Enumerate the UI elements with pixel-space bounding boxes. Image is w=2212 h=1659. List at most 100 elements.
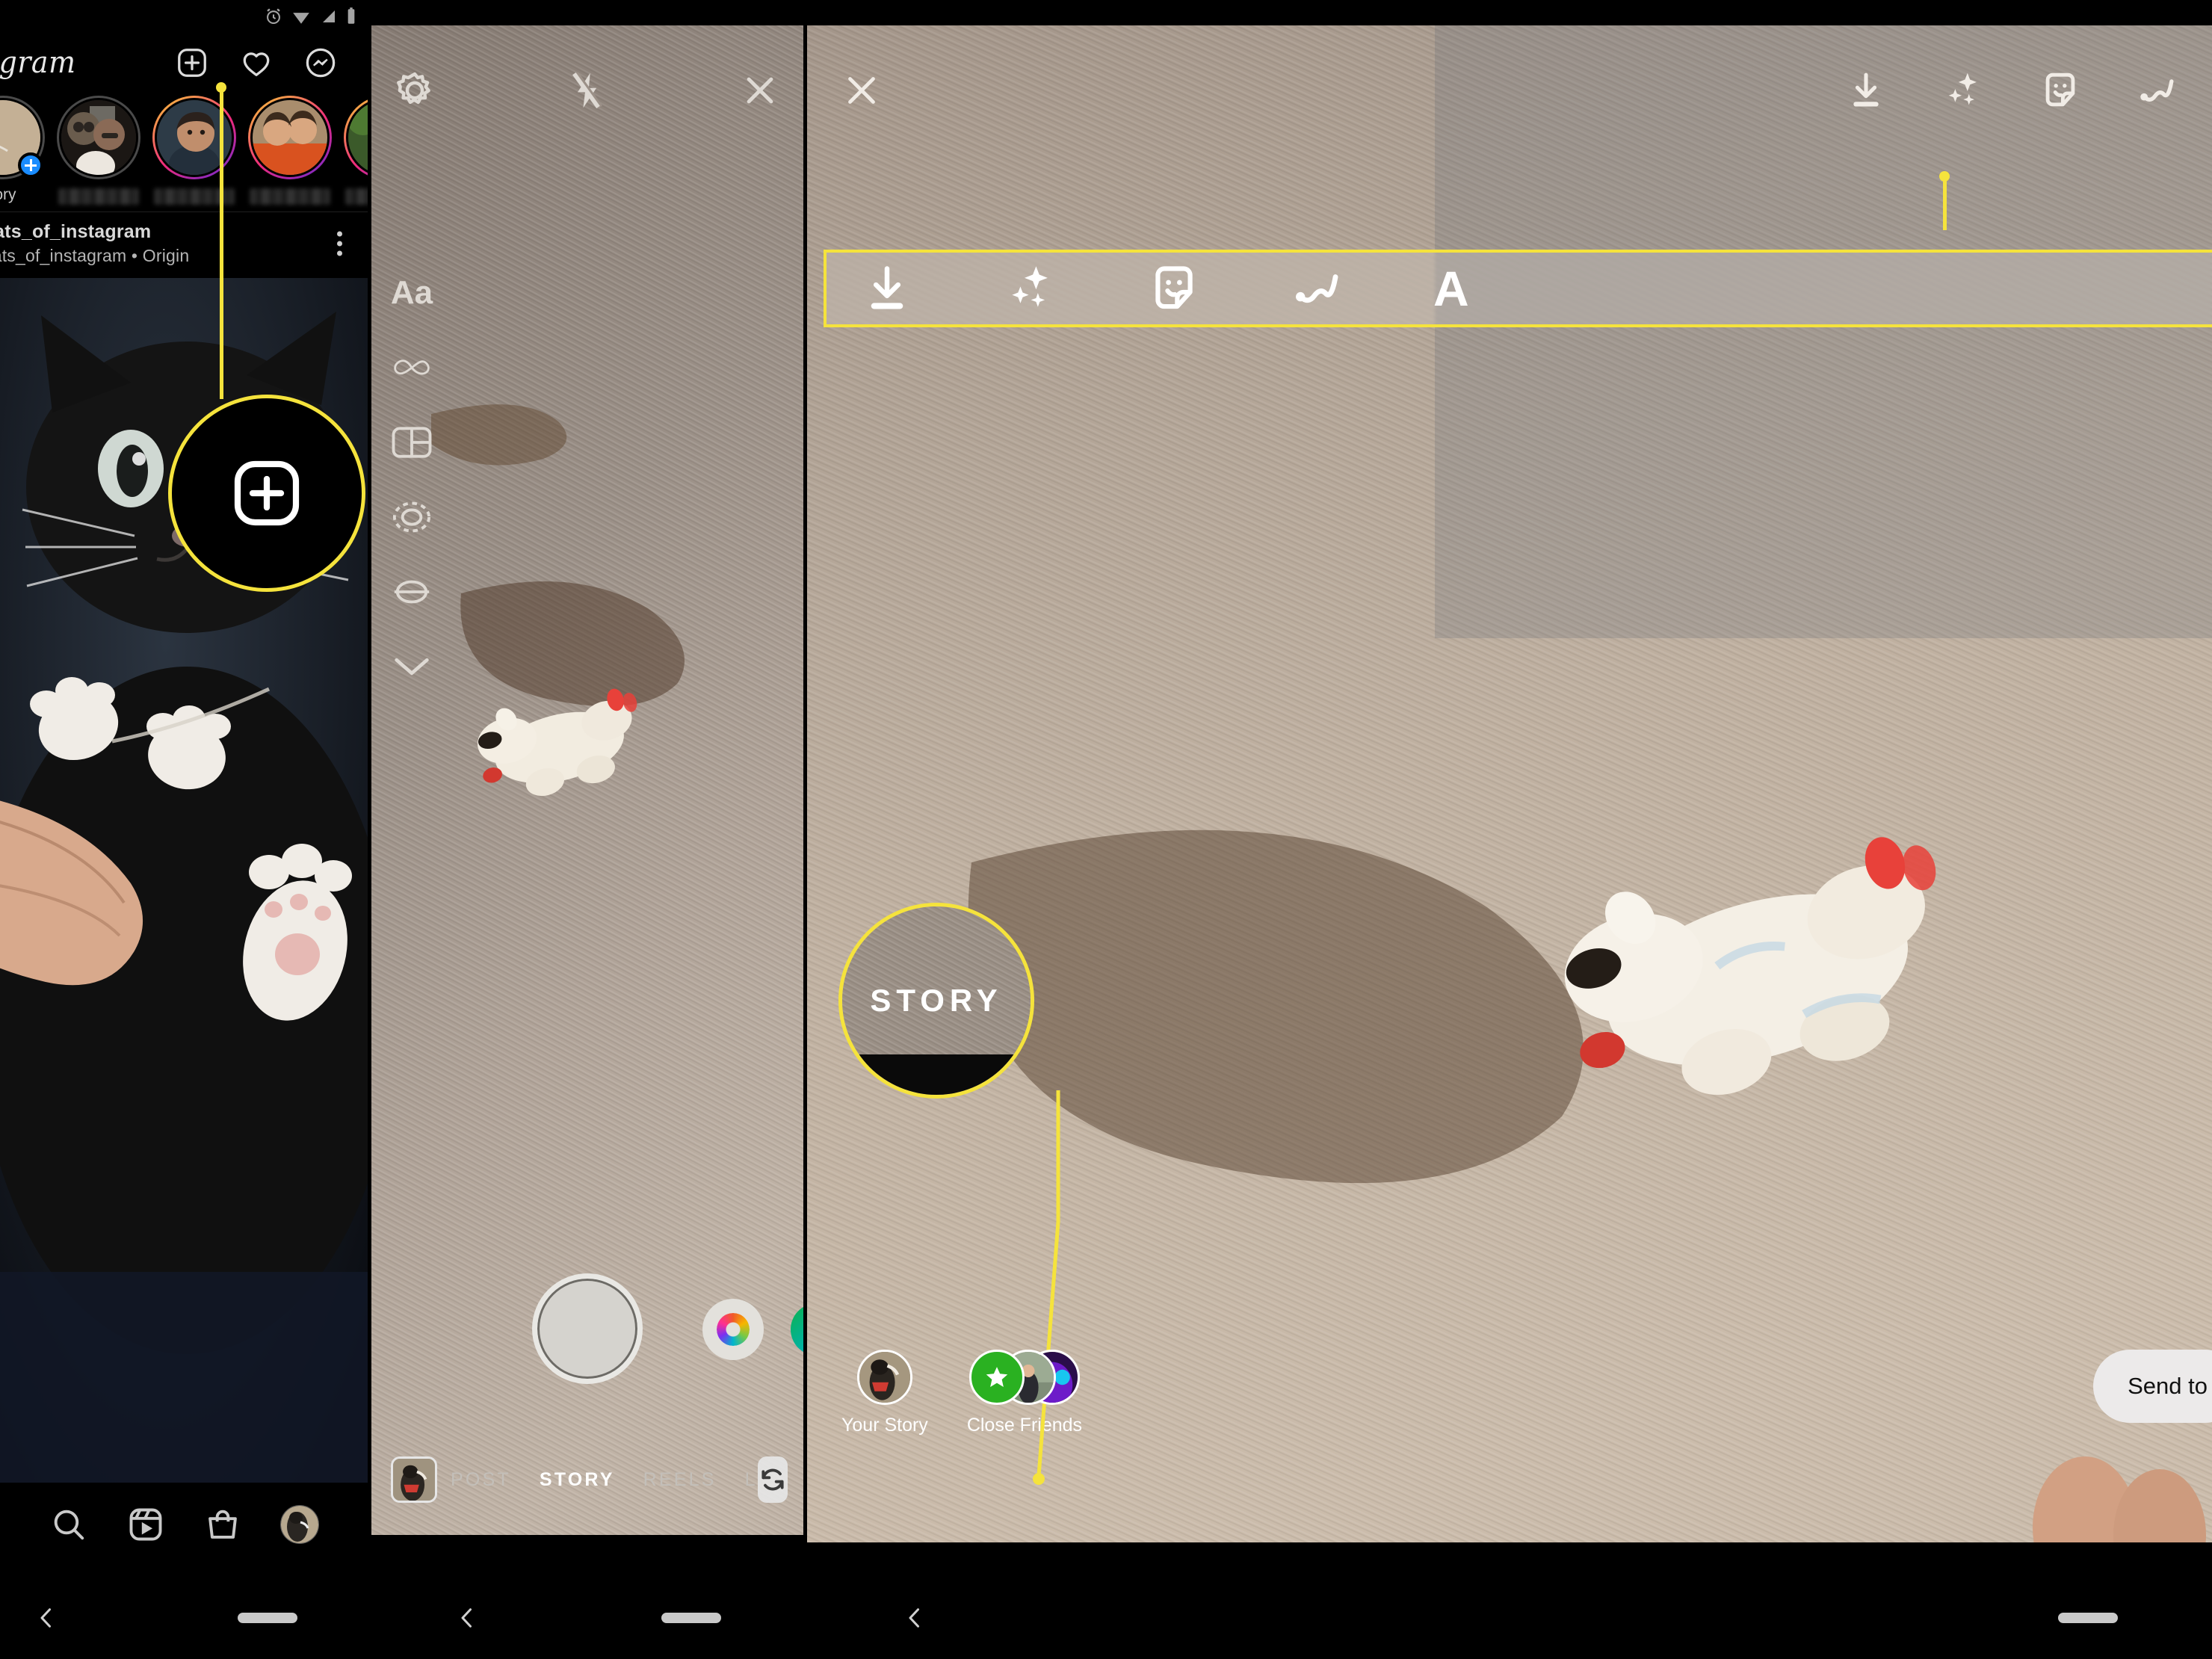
mode-tab-live[interactable]: L: [745, 1469, 758, 1491]
back-icon[interactable]: [454, 1604, 481, 1631]
camera-viewfinder[interactable]: Aa POST STORY REELS L: [371, 25, 803, 1535]
close-icon[interactable]: [739, 69, 781, 111]
story-label-blurred: [250, 188, 330, 205]
instagram-logo: agram: [0, 46, 76, 80]
add-to-story-badge[interactable]: [18, 152, 43, 178]
reels-icon[interactable]: [126, 1505, 165, 1544]
flash-off-icon[interactable]: [566, 69, 608, 111]
post-username[interactable]: cats_of_instagram: [0, 221, 189, 243]
post-audio-label[interactable]: cats_of_instagram • Origin: [0, 246, 189, 266]
chevron-down-icon[interactable]: [391, 646, 433, 688]
layout-grid-icon[interactable]: [391, 421, 433, 463]
story-item[interactable]: tory: [0, 96, 51, 204]
draw-squiggle-icon[interactable]: [1290, 261, 1345, 316]
mode-tab-post[interactable]: POST: [451, 1469, 511, 1491]
story-item[interactable]: [51, 96, 146, 205]
story-ring: [344, 96, 368, 179]
system-nav[interactable]: [807, 1577, 2212, 1659]
system-nav[interactable]: [0, 1577, 368, 1659]
avatar-image: [157, 100, 232, 175]
editor-tool-group[interactable]: [1844, 69, 2179, 112]
avatar-image: [348, 100, 368, 175]
story-preview[interactable]: A Your Story Close Friends Send to: [807, 25, 2212, 1601]
sticker-icon[interactable]: [2039, 69, 2082, 112]
settings-gear-icon[interactable]: [394, 69, 436, 111]
hands-free-icon[interactable]: [391, 571, 433, 613]
add-post-icon[interactable]: [175, 46, 209, 80]
last-photo-thumbnail[interactable]: [391, 1456, 437, 1503]
stories-rail[interactable]: tory: [0, 96, 368, 209]
close-icon[interactable]: [840, 69, 883, 112]
text-aa-icon[interactable]: Aa: [391, 272, 433, 314]
editor-bottom-bar[interactable]: Your Story Close Friends Send to: [807, 1350, 2212, 1454]
camera-top-bar[interactable]: [371, 57, 803, 124]
search-icon[interactable]: [49, 1505, 88, 1544]
story-editor-panel: A Your Story Close Friends Send to: [807, 0, 2212, 1659]
superzoom-dashed-icon[interactable]: [391, 496, 433, 538]
home-pill[interactable]: [661, 1613, 721, 1623]
story-item[interactable]: [146, 96, 242, 205]
story-ring: [152, 96, 236, 179]
effects-button[interactable]: [702, 1299, 764, 1360]
gallery-avatar-button[interactable]: [791, 1303, 803, 1356]
back-icon[interactable]: [33, 1604, 60, 1631]
story-avatar: [250, 98, 330, 177]
story-avatar: [155, 98, 234, 177]
status-bar: [0, 0, 368, 33]
battery-icon: [347, 7, 355, 24]
instagram-feed-panel: agram: [0, 0, 368, 1659]
feed-header: agram: [0, 33, 368, 93]
text-aa-icon[interactable]: A: [1433, 264, 1469, 313]
flip-camera-icon[interactable]: [757, 1456, 788, 1503]
effects-sparkle-icon[interactable]: [1941, 69, 1985, 112]
story-label-blurred: [154, 188, 235, 205]
heart-icon[interactable]: [239, 46, 274, 80]
editor-top-bar[interactable]: [807, 57, 2212, 124]
shop-icon[interactable]: [203, 1505, 242, 1544]
bottom-nav[interactable]: [0, 1483, 368, 1566]
camera-controls[interactable]: [371, 1267, 803, 1402]
avatar-image: [859, 1352, 910, 1403]
story-camera-panel: Aa POST STORY REELS L: [371, 0, 803, 1659]
home-pill[interactable]: [2058, 1613, 2118, 1623]
avatar-image: [61, 100, 136, 175]
back-icon[interactable]: [901, 1604, 928, 1631]
close-friends-label: Close Friends: [966, 1415, 1083, 1436]
story-item[interactable]: [242, 96, 338, 205]
story-ring: [57, 96, 140, 179]
close-friends-avatars: [968, 1350, 1080, 1405]
your-story-avatar: [856, 1350, 912, 1405]
story-label: tory: [0, 186, 16, 203]
capture-mode-tabs[interactable]: POST STORY REELS L: [451, 1469, 758, 1491]
post-meta: cats_of_instagram cats_of_instagram • Or…: [0, 221, 189, 266]
your-story-option[interactable]: Your Story: [841, 1350, 928, 1436]
sticker-icon[interactable]: [1146, 261, 1202, 316]
header-icon-group: [175, 46, 338, 80]
send-to-button[interactable]: Send to: [2093, 1350, 2212, 1423]
story-avatar: [59, 98, 138, 177]
draw-squiggle-icon[interactable]: [2136, 69, 2179, 112]
close-friends-option[interactable]: Close Friends: [967, 1350, 1082, 1436]
star-icon: [986, 1367, 1008, 1387]
boomerang-infinity-icon[interactable]: [391, 347, 433, 389]
post-image: [0, 278, 368, 1483]
effects-ring-icon: [717, 1313, 750, 1346]
camera-bottom-bar[interactable]: POST STORY REELS L: [371, 1445, 803, 1514]
post-media[interactable]: [0, 278, 368, 1483]
home-pill[interactable]: [238, 1613, 297, 1623]
wifi-icon: [293, 13, 309, 24]
messenger-icon[interactable]: [303, 46, 338, 80]
camera-side-tools[interactable]: Aa: [391, 272, 433, 688]
profile-avatar[interactable]: [279, 1505, 319, 1544]
editor-toolbar-highlighted[interactable]: A: [824, 250, 2212, 327]
mode-tab-story[interactable]: STORY: [540, 1469, 615, 1491]
more-options-icon[interactable]: [337, 231, 342, 256]
mode-tab-reels[interactable]: REELS: [643, 1469, 717, 1491]
alarm-icon: [267, 8, 280, 25]
capture-button[interactable]: [532, 1273, 643, 1384]
story-item[interactable]: [338, 96, 368, 205]
download-icon[interactable]: [1844, 69, 1888, 112]
effects-sparkle-icon[interactable]: [1003, 261, 1058, 316]
download-icon[interactable]: [859, 261, 915, 316]
system-nav[interactable]: [371, 1577, 803, 1659]
